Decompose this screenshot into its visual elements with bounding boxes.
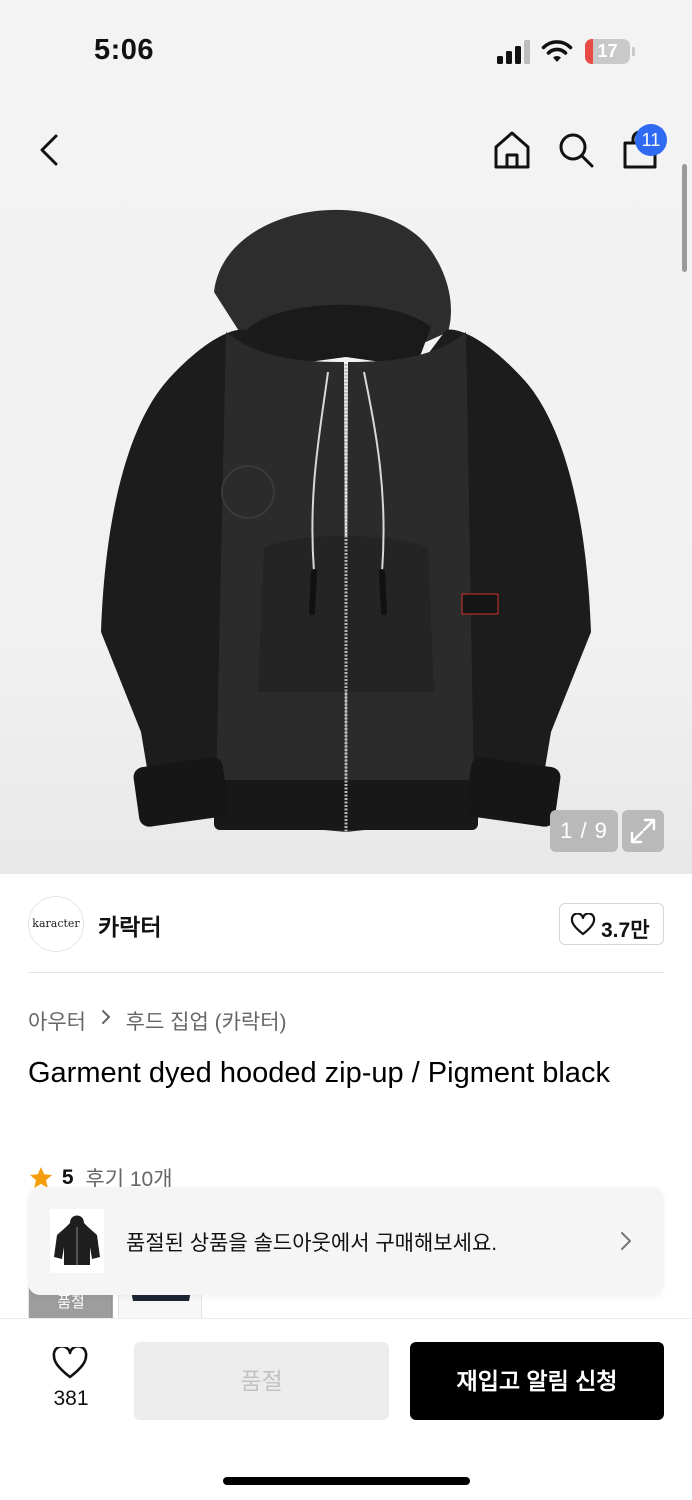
chevron-right-icon bbox=[101, 1009, 110, 1024]
battery-icon: 17 bbox=[585, 39, 635, 64]
heart-icon bbox=[570, 913, 596, 936]
hoodie-thumbnail bbox=[50, 1209, 104, 1273]
status-bar: 5:06 17 bbox=[0, 0, 692, 100]
product-title: Garment dyed hooded zip-up / Pigment bla… bbox=[28, 1057, 610, 1089]
brand-like-count: 3.7만 bbox=[601, 919, 650, 942]
restock-alert-button[interactable]: 재입고 알림 신청 bbox=[410, 1342, 664, 1420]
cart-count-badge: 11 bbox=[635, 124, 667, 156]
brand-name[interactable]: 카락터 bbox=[98, 908, 161, 942]
status-time: 5:06 bbox=[94, 34, 155, 66]
product-gallery[interactable]: 11 1 / 9 bbox=[0, 100, 692, 874]
brand-like-button[interactable]: 3.7만 bbox=[559, 903, 664, 945]
wishlist-count: 381 bbox=[53, 1387, 89, 1410]
image-counter: 1 / 9 bbox=[550, 810, 618, 852]
hoodie-product-image[interactable] bbox=[96, 192, 596, 842]
scrollbar[interactable] bbox=[682, 164, 687, 272]
brand-row[interactable]: karacter 카락터 3.7만 bbox=[28, 896, 664, 952]
brand-logo[interactable]: karacter bbox=[28, 896, 84, 952]
wishlist-button[interactable]: 381 bbox=[36, 1347, 106, 1417]
home-indicator bbox=[223, 1477, 470, 1485]
soldout-button[interactable]: 품절 bbox=[134, 1342, 389, 1420]
breadcrumb: 아우터 후드 집업 (카락터) bbox=[28, 1006, 287, 1034]
divider bbox=[28, 972, 664, 973]
heart-icon bbox=[52, 1347, 88, 1379]
wifi-icon bbox=[541, 40, 573, 62]
soldout-banner-text: 품절된 상품을 솔드아웃에서 구매해보세요. bbox=[126, 1232, 498, 1255]
home-icon[interactable] bbox=[490, 128, 534, 172]
battery-level: 17 bbox=[597, 41, 618, 61]
breadcrumb-subcategory[interactable]: 후드 집업 (카락터) bbox=[126, 1006, 287, 1036]
cellular-signal-icon bbox=[497, 40, 530, 64]
back-icon[interactable] bbox=[30, 126, 70, 174]
bottom-action-bar: 381 품절 재입고 알림 신청 bbox=[0, 1318, 692, 1500]
expand-icon[interactable] bbox=[622, 810, 664, 852]
chevron-right-icon bbox=[621, 1232, 631, 1250]
soldout-marketplace-banner[interactable]: 품절된 상품을 솔드아웃에서 구매해보세요. bbox=[28, 1187, 664, 1295]
breadcrumb-category[interactable]: 아우터 bbox=[28, 1006, 86, 1036]
search-icon[interactable] bbox=[554, 128, 598, 172]
